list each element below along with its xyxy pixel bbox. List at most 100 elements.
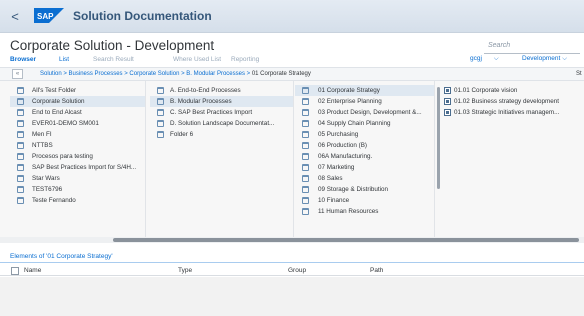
column-process-groups: A. End-to-End Processes B. Modular Proces… <box>150 81 294 237</box>
folder-icon <box>157 98 164 105</box>
tab-search-result[interactable]: Search Result <box>93 56 134 63</box>
list-item-label: Men FI <box>32 131 52 138</box>
list-item-label: 01 Corporate Strategy <box>318 87 380 94</box>
svg-text:SAP: SAP <box>37 12 54 21</box>
folder-icon <box>157 87 164 94</box>
folder-icon <box>17 109 24 116</box>
breadcrumb-link-corporate-solution[interactable]: Corporate Solution <box>129 71 179 77</box>
list-item-label: 06A Manufacturing. <box>318 153 373 160</box>
column-scrollbar[interactable] <box>437 87 440 189</box>
select-all-checkbox[interactable] <box>11 267 19 275</box>
sap-logo: SAP <box>34 8 64 23</box>
folder-icon <box>17 98 24 105</box>
list-item[interactable]: 02 Enterprise Planning <box>295 96 434 107</box>
list-item[interactable]: SAP Best Practices Import for S/4H... <box>10 162 145 173</box>
list-item[interactable]: Corporate Solution <box>10 96 145 107</box>
list-item[interactable]: 11 Human Resources <box>295 206 434 217</box>
breadcrumb-link-business-processes[interactable]: Business Processes <box>69 71 123 77</box>
list-item[interactable]: 08 Sales <box>295 173 434 184</box>
folder-icon <box>157 120 164 127</box>
scenario-icon <box>444 98 451 105</box>
folder-icon <box>17 120 24 127</box>
folder-icon <box>302 175 309 182</box>
list-item[interactable]: 01.01 Corporate vision <box>442 85 584 96</box>
list-item[interactable]: 10 Finance <box>295 195 434 206</box>
search-input[interactable]: Search <box>484 38 580 54</box>
column-header-type[interactable]: Type <box>178 267 192 274</box>
list-item[interactable]: 09 Storage & Distribution <box>295 184 434 195</box>
list-item[interactable]: Procesos para testing <box>10 151 145 162</box>
list-item-label: SAP Best Practices Import for S/4H... <box>32 164 137 171</box>
list-item-label: End to End Alcast <box>32 109 82 116</box>
list-item[interactable]: 06A Manufacturing. <box>295 151 434 162</box>
tab-list[interactable]: List <box>59 56 69 63</box>
folder-icon <box>17 197 24 204</box>
list-item[interactable]: Men FI <box>10 129 145 140</box>
list-item[interactable]: 01 Corporate Strategy <box>295 85 434 96</box>
list-item[interactable]: 03 Product Design, Development &... <box>295 107 434 118</box>
scenario-icon <box>444 109 451 116</box>
list-item[interactable]: 01.02 Business strategy development <box>442 96 584 107</box>
list-item-label: Teste Fernando <box>32 197 76 204</box>
shell-bar: < SAP Solution Documentation <box>0 0 584 33</box>
folder-icon <box>302 120 309 127</box>
elements-table-body <box>0 277 584 316</box>
column-solutions: All's Test Folder Corporate Solution End t… <box>10 81 146 237</box>
breadcrumb-current: 01 Corporate Strategy <box>251 71 311 77</box>
folder-icon <box>302 208 309 215</box>
list-item[interactable]: 04 Supply Chain Planning <box>295 118 434 129</box>
folder-icon <box>302 164 309 171</box>
list-item[interactable]: EVER01-DEMO SM001 <box>10 118 145 129</box>
column-header-group[interactable]: Group <box>288 267 306 274</box>
column-header-name[interactable]: Name <box>24 267 41 274</box>
collapse-button[interactable]: « <box>12 69 23 79</box>
list-item-label: Corporate Solution <box>32 98 85 105</box>
list-item-label: 07 Marketing <box>318 164 355 171</box>
list-item[interactable]: End to End Alcast <box>10 107 145 118</box>
list-item[interactable]: C. SAP Best Practices Import <box>150 107 293 118</box>
column-header-path[interactable]: Path <box>370 267 383 274</box>
column-browser: All's Test Folder Corporate Solution End t… <box>0 81 584 237</box>
list-item-label: 01.01 Corporate vision <box>454 87 518 94</box>
list-item-label: NTTBS <box>32 142 53 149</box>
user-selector[interactable]: gcgj ⌵ <box>470 55 499 63</box>
breadcrumb-overflow-text: St <box>576 71 582 77</box>
list-item[interactable]: B. Modular Processes <box>150 96 293 107</box>
list-item[interactable]: 07 Marketing <box>295 162 434 173</box>
list-item-label: 03 Product Design, Development &... <box>318 109 422 116</box>
list-item-label: 06 Production (B) <box>318 142 368 149</box>
elements-panel-title: Elements of '01 Corporate Strategy' <box>10 253 113 260</box>
list-item[interactable]: All's Test Folder <box>10 85 145 96</box>
list-item-label: Star Wars <box>32 175 60 182</box>
list-item[interactable]: 01.03 Strategic Initiatives managem... <box>442 107 584 118</box>
user-value: gcgj <box>470 55 482 62</box>
chevron-down-icon: ⌵ <box>562 55 568 62</box>
list-item-label: TEST6796 <box>32 186 63 193</box>
breadcrumb-link-modular-processes[interactable]: B. Modular Processes <box>186 71 245 77</box>
folder-icon <box>17 131 24 138</box>
tab-where-used-list[interactable]: Where Used List <box>173 56 221 63</box>
back-button[interactable]: < <box>4 7 26 27</box>
list-item[interactable]: TEST6796 <box>10 184 145 195</box>
list-item[interactable]: D. Solution Landscape Documentat... <box>150 118 293 129</box>
list-item-label: B. Modular Processes <box>170 98 232 105</box>
list-item-label: Procesos para testing <box>32 153 93 160</box>
list-item[interactable]: 06 Production (B) <box>295 140 434 151</box>
tab-reporting[interactable]: Reporting <box>231 56 259 63</box>
folder-icon <box>17 164 24 171</box>
tab-browser[interactable]: Browser <box>10 56 36 63</box>
list-item[interactable]: NTTBS <box>10 140 145 151</box>
list-item[interactable]: Teste Fernando <box>10 195 145 206</box>
system-value: Development <box>522 55 561 62</box>
folder-icon <box>302 98 309 105</box>
breadcrumb-link-solution[interactable]: Solution <box>40 71 62 77</box>
list-item[interactable]: A. End-to-End Processes <box>150 85 293 96</box>
system-selector[interactable]: Development ⌵ <box>522 55 567 63</box>
list-item[interactable]: Folder 6 <box>150 129 293 140</box>
list-item-label: 10 Finance <box>318 197 350 204</box>
list-item[interactable]: 05 Purchasing <box>295 129 434 140</box>
list-item-label: 08 Sales <box>318 175 343 182</box>
folder-icon <box>17 142 24 149</box>
list-item[interactable]: Star Wars <box>10 173 145 184</box>
horizontal-scrollbar[interactable] <box>113 238 579 242</box>
